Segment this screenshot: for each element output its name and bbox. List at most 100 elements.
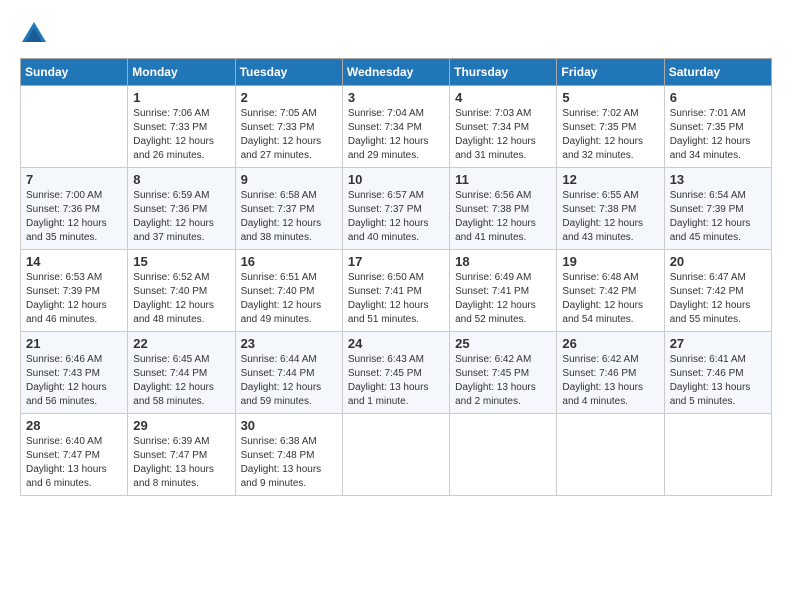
day-info: Sunrise: 7:03 AM Sunset: 7:34 PM Dayligh… [455,107,551,163]
day-header: Saturday [664,59,771,86]
logo-icon [20,20,48,48]
calendar-cell: 27 Sunrise: 6:41 AM Sunset: 7:46 PM Dayli… [664,332,771,414]
calendar-cell [21,86,128,168]
day-info: Sunrise: 7:00 AM Sunset: 7:36 PM Dayligh… [26,189,122,245]
day-info: Sunrise: 7:05 AM Sunset: 7:33 PM Dayligh… [241,107,337,163]
calendar-cell: 15Sunrise: 6:52 AM Sunset: 7:40 PM Dayli… [128,250,235,332]
day-number: 14 [26,254,122,269]
day-header: Tuesday [235,59,342,86]
calendar-week-row: 21Sunrise: 6:46 AM Sunset: 7:43 PM Dayli… [21,332,772,414]
day-number: 7 [26,172,122,187]
day-number: 1 [133,90,229,105]
calendar-cell: 1 Sunrise: 7:06 AM Sunset: 7:33 PM Daylig… [128,86,235,168]
calendar-cell: 2 Sunrise: 7:05 AM Sunset: 7:33 PM Daylig… [235,86,342,168]
day-number: 18 [455,254,551,269]
day-info: Sunrise: 6:50 AM Sunset: 7:41 PM Dayligh… [348,271,444,327]
calendar-week-row: 14 Sunrise: 6:53 AM Sunset: 7:39 PM Dayli… [21,250,772,332]
calendar-cell: 4Sunrise: 7:03 AM Sunset: 7:34 PM Daylig… [450,86,557,168]
day-number: 5 [562,90,658,105]
page-header [20,20,772,48]
day-info: Sunrise: 6:48 AM Sunset: 7:42 PM Dayligh… [562,271,658,327]
day-info: Sunrise: 7:01 AM Sunset: 7:35 PM Dayligh… [670,107,766,163]
day-info: Sunrise: 6:59 AM Sunset: 7:36 PM Dayligh… [133,189,229,245]
calendar-cell: 9 Sunrise: 6:58 AM Sunset: 7:37 PM Daylig… [235,168,342,250]
day-info: Sunrise: 6:49 AM Sunset: 7:41 PM Dayligh… [455,271,551,327]
day-info: Sunrise: 6:58 AM Sunset: 7:37 PM Dayligh… [241,189,337,245]
day-number: 20 [670,254,766,269]
calendar-cell: 6 Sunrise: 7:01 AM Sunset: 7:35 PM Daylig… [664,86,771,168]
day-number: 6 [670,90,766,105]
day-header: Sunday [21,59,128,86]
day-info: Sunrise: 6:45 AM Sunset: 7:44 PM Dayligh… [133,353,229,409]
calendar-cell: 3 Sunrise: 7:04 AM Sunset: 7:34 PM Daylig… [342,86,449,168]
day-info: Sunrise: 6:38 AM Sunset: 7:48 PM Dayligh… [241,435,337,491]
day-info: Sunrise: 6:56 AM Sunset: 7:38 PM Dayligh… [455,189,551,245]
day-number: 3 [348,90,444,105]
day-number: 28 [26,418,122,433]
day-info: Sunrise: 6:41 AM Sunset: 7:46 PM Dayligh… [670,353,766,409]
day-info: Sunrise: 6:51 AM Sunset: 7:40 PM Dayligh… [241,271,337,327]
calendar-cell: 29 Sunrise: 6:39 AM Sunset: 7:47 PM Dayli… [128,414,235,496]
day-info: Sunrise: 6:42 AM Sunset: 7:46 PM Dayligh… [562,353,658,409]
calendar-table: SundayMondayTuesdayWednesdayThursdayFrid… [20,58,772,496]
day-number: 23 [241,336,337,351]
day-number: 24 [348,336,444,351]
day-info: Sunrise: 6:52 AM Sunset: 7:40 PM Dayligh… [133,271,229,327]
calendar-week-row: 1 Sunrise: 7:06 AM Sunset: 7:33 PM Daylig… [21,86,772,168]
day-header: Friday [557,59,664,86]
day-info: Sunrise: 6:39 AM Sunset: 7:47 PM Dayligh… [133,435,229,491]
day-info: Sunrise: 6:44 AM Sunset: 7:44 PM Dayligh… [241,353,337,409]
calendar-cell: 7 Sunrise: 7:00 AM Sunset: 7:36 PM Daylig… [21,168,128,250]
calendar-cell: 17Sunrise: 6:50 AM Sunset: 7:41 PM Dayli… [342,250,449,332]
calendar-cell: 20 Sunrise: 6:47 AM Sunset: 7:42 PM Dayli… [664,250,771,332]
day-number: 11 [455,172,551,187]
days-header-row: SundayMondayTuesdayWednesdayThursdayFrid… [21,59,772,86]
day-number: 26 [562,336,658,351]
calendar-cell: 18 Sunrise: 6:49 AM Sunset: 7:41 PM Dayli… [450,250,557,332]
day-number: 27 [670,336,766,351]
day-info: Sunrise: 7:04 AM Sunset: 7:34 PM Dayligh… [348,107,444,163]
day-number: 10 [348,172,444,187]
day-header: Monday [128,59,235,86]
calendar-cell [557,414,664,496]
calendar-cell: 13 Sunrise: 6:54 AM Sunset: 7:39 PM Dayli… [664,168,771,250]
calendar-week-row: 7 Sunrise: 7:00 AM Sunset: 7:36 PM Daylig… [21,168,772,250]
day-info: Sunrise: 6:47 AM Sunset: 7:42 PM Dayligh… [670,271,766,327]
calendar-cell: 21Sunrise: 6:46 AM Sunset: 7:43 PM Dayli… [21,332,128,414]
day-number: 19 [562,254,658,269]
logo [20,20,50,48]
day-number: 16 [241,254,337,269]
day-info: Sunrise: 6:40 AM Sunset: 7:47 PM Dayligh… [26,435,122,491]
calendar-cell: 22 Sunrise: 6:45 AM Sunset: 7:44 PM Dayli… [128,332,235,414]
day-number: 29 [133,418,229,433]
day-info: Sunrise: 6:57 AM Sunset: 7:37 PM Dayligh… [348,189,444,245]
calendar-cell: 24 Sunrise: 6:43 AM Sunset: 7:45 PM Dayli… [342,332,449,414]
calendar-cell [450,414,557,496]
day-number: 25 [455,336,551,351]
calendar-cell: 28 Sunrise: 6:40 AM Sunset: 7:47 PM Dayli… [21,414,128,496]
day-header: Thursday [450,59,557,86]
day-info: Sunrise: 6:55 AM Sunset: 7:38 PM Dayligh… [562,189,658,245]
day-number: 22 [133,336,229,351]
day-info: Sunrise: 6:43 AM Sunset: 7:45 PM Dayligh… [348,353,444,409]
day-info: Sunrise: 7:06 AM Sunset: 7:33 PM Dayligh… [133,107,229,163]
calendar-cell [342,414,449,496]
calendar-cell: 19 Sunrise: 6:48 AM Sunset: 7:42 PM Dayli… [557,250,664,332]
day-number: 2 [241,90,337,105]
day-header: Wednesday [342,59,449,86]
day-info: Sunrise: 6:54 AM Sunset: 7:39 PM Dayligh… [670,189,766,245]
day-number: 9 [241,172,337,187]
day-number: 30 [241,418,337,433]
calendar-cell: 5 Sunrise: 7:02 AM Sunset: 7:35 PM Daylig… [557,86,664,168]
day-number: 8 [133,172,229,187]
calendar-cell: 16 Sunrise: 6:51 AM Sunset: 7:40 PM Dayli… [235,250,342,332]
calendar-cell: 8 Sunrise: 6:59 AM Sunset: 7:36 PM Daylig… [128,168,235,250]
calendar-week-row: 28 Sunrise: 6:40 AM Sunset: 7:47 PM Dayli… [21,414,772,496]
calendar-cell: 25Sunrise: 6:42 AM Sunset: 7:45 PM Dayli… [450,332,557,414]
calendar-cell: 26 Sunrise: 6:42 AM Sunset: 7:46 PM Dayli… [557,332,664,414]
day-number: 13 [670,172,766,187]
day-info: Sunrise: 6:53 AM Sunset: 7:39 PM Dayligh… [26,271,122,327]
day-number: 12 [562,172,658,187]
day-info: Sunrise: 7:02 AM Sunset: 7:35 PM Dayligh… [562,107,658,163]
day-info: Sunrise: 6:46 AM Sunset: 7:43 PM Dayligh… [26,353,122,409]
